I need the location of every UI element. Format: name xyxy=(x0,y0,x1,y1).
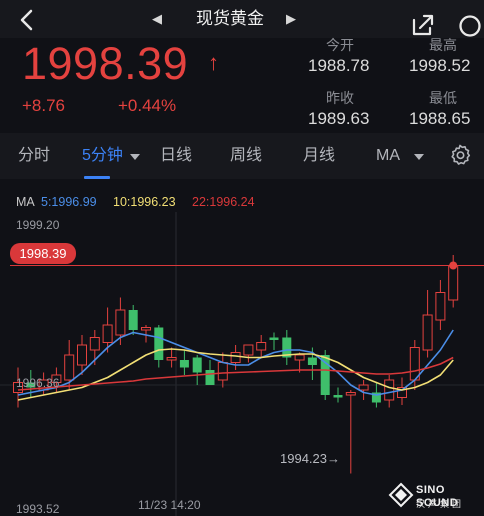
current-price-dot xyxy=(449,261,458,270)
chevron-left-icon xyxy=(20,9,33,31)
y-axis-mid-label: 1996.36 xyxy=(16,376,60,390)
candle xyxy=(166,347,177,368)
y-axis-top-label: 1999.20 xyxy=(16,218,60,232)
watermark-sub: 汉声集团 xyxy=(416,499,465,509)
ma-legend-label: MA xyxy=(16,195,35,209)
candle xyxy=(256,335,267,358)
tab-daily[interactable]: 日线 xyxy=(160,145,192,167)
candle-body xyxy=(269,337,279,340)
tab-ma-caret-icon[interactable] xyxy=(414,154,424,160)
chart-settings-button[interactable] xyxy=(449,144,471,166)
candle-body xyxy=(141,327,151,331)
candle xyxy=(269,332,279,350)
tab-timeshare[interactable]: 分时 xyxy=(18,145,50,167)
share-icon xyxy=(412,14,434,36)
candle xyxy=(422,290,433,358)
candle-body xyxy=(89,337,100,351)
tab-ma[interactable]: MA xyxy=(376,145,400,167)
candle xyxy=(217,352,228,388)
period-tabs: 分时 5分钟 日线 周线 月线 MA xyxy=(0,133,484,179)
candle-body xyxy=(115,309,126,336)
candle-body xyxy=(435,292,446,321)
watermark-name: SINO SOUND xyxy=(416,484,459,509)
triangle-right-icon: ▶ xyxy=(286,11,296,26)
candle-body xyxy=(154,327,164,360)
ma10-value: 10:1996.23 xyxy=(113,195,176,209)
candle-body xyxy=(217,362,228,381)
share-button[interactable] xyxy=(410,12,436,38)
candle-body xyxy=(192,357,202,373)
candle-body xyxy=(243,344,254,356)
prev-instrument-button[interactable]: ◀ xyxy=(150,10,164,28)
tab-monthly[interactable]: 月线 xyxy=(303,145,335,167)
search-icon xyxy=(459,15,481,37)
tab-weekly[interactable]: 周线 xyxy=(230,145,262,167)
candle xyxy=(435,280,446,330)
candle xyxy=(282,330,292,365)
candle-body xyxy=(102,324,113,343)
up-arrow-icon: ↑ xyxy=(208,50,219,75)
candle xyxy=(205,360,215,385)
ma22-value: 22:1996.24 xyxy=(192,195,255,209)
gear-icon xyxy=(451,144,471,165)
high-value: 1998.52 xyxy=(409,56,471,75)
candle-body xyxy=(179,360,189,368)
candle-body xyxy=(422,314,433,351)
high-label: 最高 xyxy=(429,37,457,53)
open-label: 今开 xyxy=(326,37,354,53)
candle-body xyxy=(448,265,459,301)
price-change-percent: +0.44% xyxy=(118,96,177,115)
candle-body xyxy=(205,370,215,385)
search-button[interactable] xyxy=(456,12,484,38)
candle-body xyxy=(358,384,369,391)
ma5-value: 5:1996.99 xyxy=(41,195,97,209)
prev-close-label: 昨收 xyxy=(326,90,354,106)
next-instrument-button[interactable]: ▶ xyxy=(284,10,298,28)
instrument-switcher: ◀ 现货黄金 ▶ xyxy=(150,6,340,32)
open-value: 1988.78 xyxy=(308,56,370,75)
candle-body xyxy=(333,395,343,398)
triangle-left-icon: ◀ xyxy=(152,11,162,26)
candle-body xyxy=(64,354,75,381)
candle-body xyxy=(166,357,177,361)
candle xyxy=(333,387,343,403)
prev-close-value: 1989.63 xyxy=(308,109,370,128)
watermark: SINO SOUND 汉声集团 xyxy=(388,482,484,514)
back-button[interactable] xyxy=(14,6,42,34)
candle-body xyxy=(294,354,305,361)
period-low-marker: 1994.23→ xyxy=(280,451,340,466)
current-price-tag: 1998.39 xyxy=(10,243,76,264)
x-axis-time-label: 11/23 14:20 xyxy=(138,498,201,512)
low-label: 最低 xyxy=(429,90,457,106)
candle xyxy=(128,305,138,335)
candle-body xyxy=(384,379,395,401)
candle xyxy=(345,390,356,474)
candle-body xyxy=(345,392,356,396)
candle-body xyxy=(307,357,317,365)
candle xyxy=(243,344,254,363)
page-title: 现货黄金 xyxy=(196,9,264,28)
candle xyxy=(230,345,241,370)
tab-5min-caret-icon[interactable] xyxy=(130,154,140,160)
price-change: +8.76 xyxy=(22,96,66,115)
candle-body xyxy=(230,352,241,363)
candle xyxy=(179,350,189,375)
top-bar: ◀ 现货黄金 ▶ xyxy=(0,0,484,38)
current-price: 1998.39 xyxy=(22,38,189,89)
candle-body xyxy=(77,344,87,366)
candle-body xyxy=(256,342,267,351)
candle-body xyxy=(128,310,138,330)
y-axis-bottom-label: 1993.52 xyxy=(16,502,60,516)
low-value: 1988.65 xyxy=(409,109,471,128)
active-tab-indicator xyxy=(84,176,110,179)
candle xyxy=(154,325,164,368)
candle xyxy=(192,355,202,385)
tab-5min[interactable]: 5分钟 xyxy=(82,145,123,167)
sinosound-logo-icon xyxy=(388,482,414,508)
